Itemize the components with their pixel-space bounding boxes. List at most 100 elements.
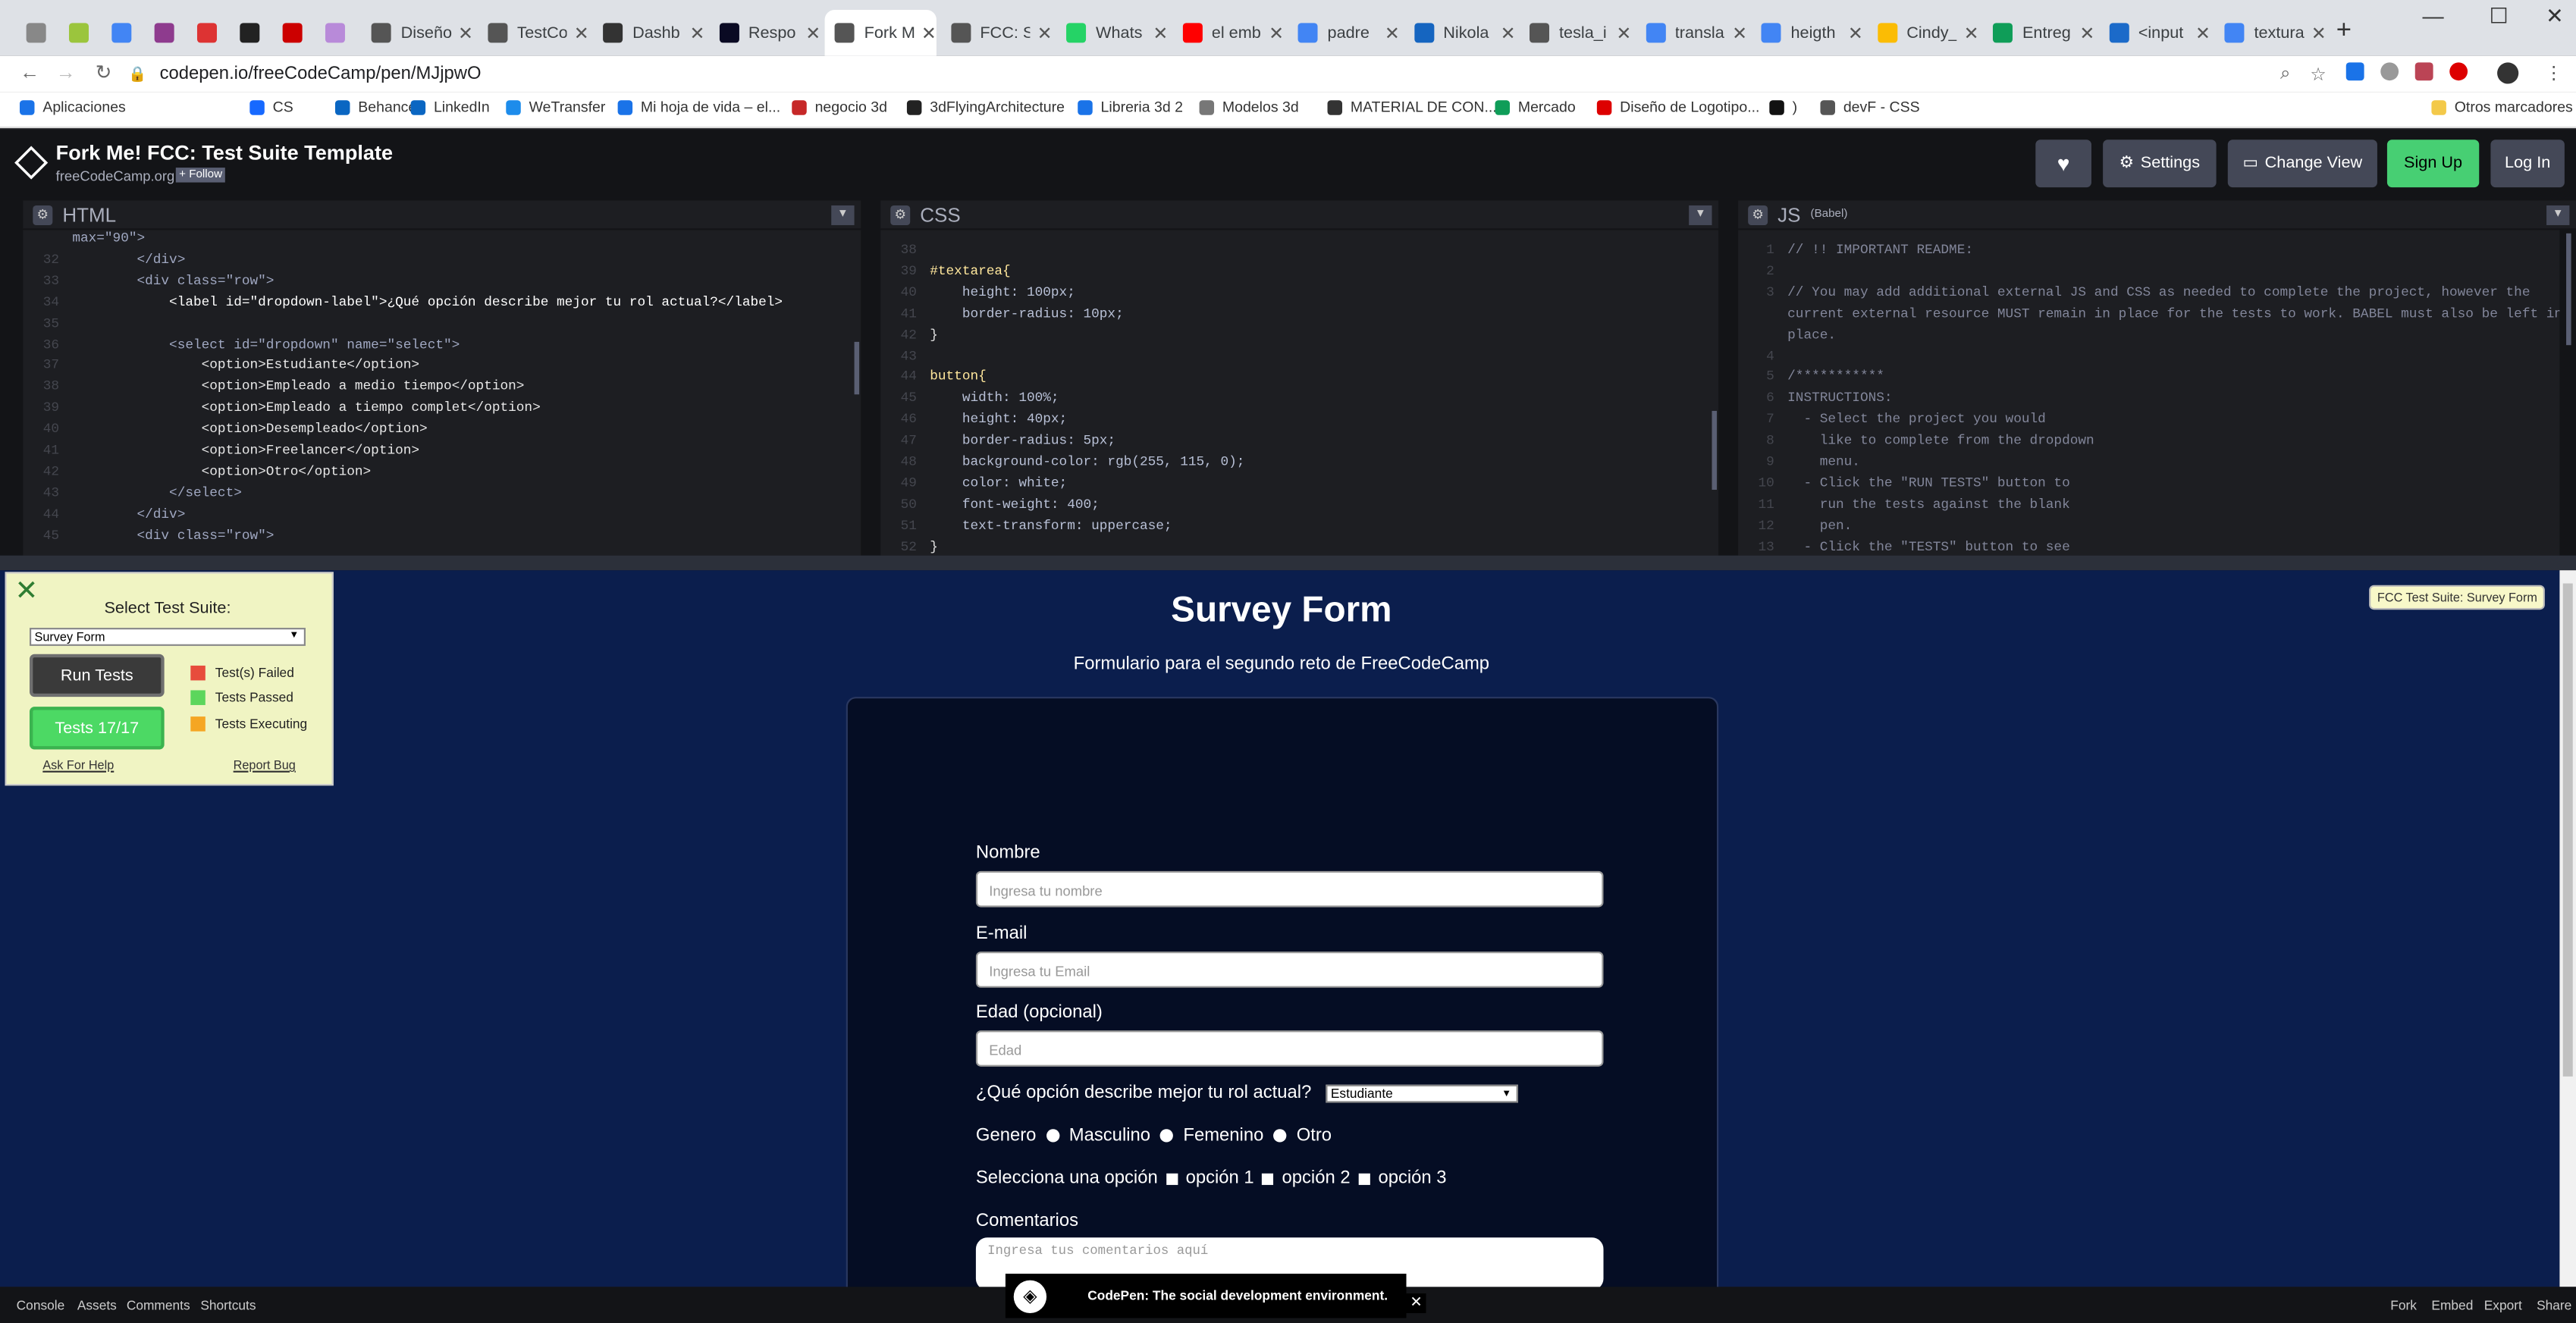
browser-tab[interactable]: Cindy_ ✕ (1867, 10, 1979, 56)
export-button[interactable]: Export (2484, 1298, 2522, 1313)
address-bar[interactable]: 🔒 codepen.io/freeCodeCamp/pen/MJjpwO ⌕ ☆ (128, 59, 2333, 89)
chevron-down-icon[interactable]: ▾ (2546, 204, 2570, 224)
css-code-editor[interactable]: 38 39 #textarea{40 height: 100px; 41 border… (880, 230, 1719, 556)
pinned-tab[interactable] (17, 10, 49, 56)
bookmark-item[interactable]: Mi hoja de vida – el... (617, 99, 780, 115)
bookmark-item[interactable]: Modelos 3d (1199, 99, 1299, 115)
console-button[interactable]: Console (17, 1298, 65, 1313)
radio-masculino[interactable] (1046, 1129, 1059, 1143)
browser-tab[interactable]: Nikola ✕ (1404, 10, 1516, 56)
radio-otro[interactable] (1273, 1129, 1287, 1143)
radio-femenino[interactable] (1160, 1129, 1174, 1143)
gear-icon[interactable]: ⚙ (1748, 204, 1768, 224)
heart-button[interactable]: ♥ (2035, 140, 2091, 188)
close-window-icon[interactable]: ✕ (2530, 3, 2576, 30)
close-tab-icon[interactable]: ✕ (921, 22, 937, 43)
html-code-editor[interactable]: max="90"> 32 </div> 33 <div class="row"> 34… (23, 230, 861, 556)
bookmark-item[interactable]: Diseño de Logotipo... (1596, 99, 1759, 115)
close-toast-icon[interactable]: ✕ (1406, 1293, 1426, 1313)
browser-tab[interactable]: Entreg ✕ (1983, 10, 2094, 56)
extension-icon[interactable] (2345, 62, 2364, 81)
age-input[interactable]: Edad (975, 1030, 1604, 1067)
browser-tab[interactable]: Whats ✕ (1056, 10, 1168, 56)
scrollbar[interactable] (1712, 410, 1717, 490)
close-tab-icon[interactable]: ✕ (2079, 22, 2094, 43)
pinned-tab[interactable] (145, 10, 177, 56)
maximize-icon[interactable]: ☐ (2474, 3, 2524, 30)
reload-icon[interactable]: ↻ (96, 61, 112, 83)
close-tab-icon[interactable]: ✕ (2311, 22, 2327, 43)
scrollbar[interactable] (854, 341, 860, 395)
preview-scrollbar[interactable] (2559, 570, 2576, 1287)
minimize-icon[interactable]: — (2408, 3, 2458, 28)
log-in-button[interactable]: Log In (2490, 140, 2565, 188)
scrollbar-thumb[interactable] (2562, 583, 2573, 1077)
extension-icon[interactable] (2414, 62, 2433, 81)
star-icon[interactable]: ☆ (2310, 63, 2326, 85)
back-icon[interactable]: ← (20, 61, 39, 83)
browser-tab[interactable]: TestCo ✕ (477, 10, 589, 56)
chevron-down-icon[interactable]: ▾ (831, 204, 855, 224)
bookmark-item[interactable]: Aplicaciones (19, 99, 126, 115)
tests-result-button[interactable]: Tests 17/17 (29, 707, 165, 750)
close-icon[interactable]: ✕ (14, 575, 38, 608)
new-tab-icon[interactable]: + (2336, 17, 2352, 46)
browser-tab[interactable]: el emb ✕ (1172, 10, 1284, 56)
close-tab-icon[interactable]: ✕ (458, 22, 473, 43)
close-tab-icon[interactable]: ✕ (1269, 22, 1284, 43)
email-input[interactable]: Ingresa tu Email (975, 951, 1604, 988)
browser-tab[interactable]: textura ✕ (2214, 10, 2327, 56)
codepen-logo-icon[interactable] (14, 146, 49, 180)
js-code-editor[interactable]: 1 // !! IMPORTANT README: 2 3 // You may add… (1738, 230, 2560, 556)
pinned-tab[interactable] (187, 10, 220, 56)
close-tab-icon[interactable]: ✕ (805, 22, 820, 43)
bookmark-item[interactable]: Mercado (1495, 99, 1576, 115)
browser-tab[interactable]: FCC: Su ✕ (940, 10, 1053, 56)
extension-icon[interactable] (2449, 62, 2468, 81)
browser-tab[interactable]: transla ✕ (1636, 10, 1747, 56)
pinned-tab[interactable] (273, 10, 306, 56)
bookmark-item[interactable]: LinkedIn (410, 99, 490, 115)
test-suite-badge[interactable]: FCC Test Suite: Survey Form (2369, 585, 2546, 610)
share-button[interactable]: Share (2537, 1298, 2571, 1313)
browser-tab[interactable]: padre ✕ (1288, 10, 1400, 56)
bookmark-item[interactable]: WeTransfer (506, 99, 605, 115)
browser-tab[interactable]: Fork M ✕ (824, 10, 937, 56)
gear-icon[interactable]: ⚙ (33, 204, 53, 224)
close-tab-icon[interactable]: ✕ (1153, 22, 1168, 43)
name-input[interactable]: Ingresa tu nombre (975, 870, 1604, 908)
checkbox-opcion-1[interactable] (1166, 1172, 1178, 1185)
assets-button[interactable]: Assets (77, 1298, 117, 1313)
scrollbar[interactable] (2566, 233, 2571, 346)
browser-tab[interactable]: Dashb ✕ (593, 10, 704, 56)
bookmark-item[interactable]: MATERIAL DE CON... (1327, 99, 1497, 115)
pinned-tab[interactable] (315, 10, 348, 56)
gear-icon[interactable]: ⚙ (890, 204, 911, 224)
close-tab-icon[interactable]: ✕ (1037, 22, 1053, 43)
browser-tab[interactable]: Diseño ✕ (362, 10, 473, 56)
forward-icon[interactable]: → (56, 61, 76, 83)
shortcuts-button[interactable]: Shortcuts (200, 1298, 256, 1313)
bookmark-item[interactable]: ) (1769, 99, 1797, 115)
bookmark-item[interactable]: CS (249, 99, 293, 115)
bookmark-item[interactable]: negocio 3d (792, 99, 887, 115)
close-tab-icon[interactable]: ✕ (1616, 22, 1631, 43)
change-view-button[interactable]: ▭ Change View (2227, 140, 2377, 188)
close-tab-icon[interactable]: ✕ (1501, 22, 1516, 43)
run-tests-button[interactable]: Run Tests (29, 654, 165, 698)
test-suite-select[interactable]: Survey Form ▼ (29, 628, 306, 646)
report-bug-link[interactable]: Report Bug (234, 757, 296, 773)
pinned-tab[interactable] (230, 10, 262, 56)
bookmark-item[interactable]: Libreria 3d 2 (1078, 99, 1183, 115)
bookmark-item[interactable]: devF - CSS (1820, 99, 1920, 115)
browser-tab[interactable]: Respo ✕ (709, 10, 820, 56)
fork-button[interactable]: Fork (2390, 1298, 2417, 1313)
close-tab-icon[interactable]: ✕ (1732, 22, 1747, 43)
browser-tab[interactable]: heigth ✕ (1751, 10, 1863, 56)
embed-button[interactable]: Embed (2431, 1298, 2473, 1313)
bookmark-item[interactable]: Behance (334, 99, 416, 115)
browser-tab[interactable]: tesla_i ✕ (1520, 10, 1631, 56)
settings-button[interactable]: ⚙ Settings (2103, 140, 2217, 188)
pinned-tab[interactable] (102, 10, 134, 56)
close-tab-icon[interactable]: ✕ (574, 22, 589, 43)
